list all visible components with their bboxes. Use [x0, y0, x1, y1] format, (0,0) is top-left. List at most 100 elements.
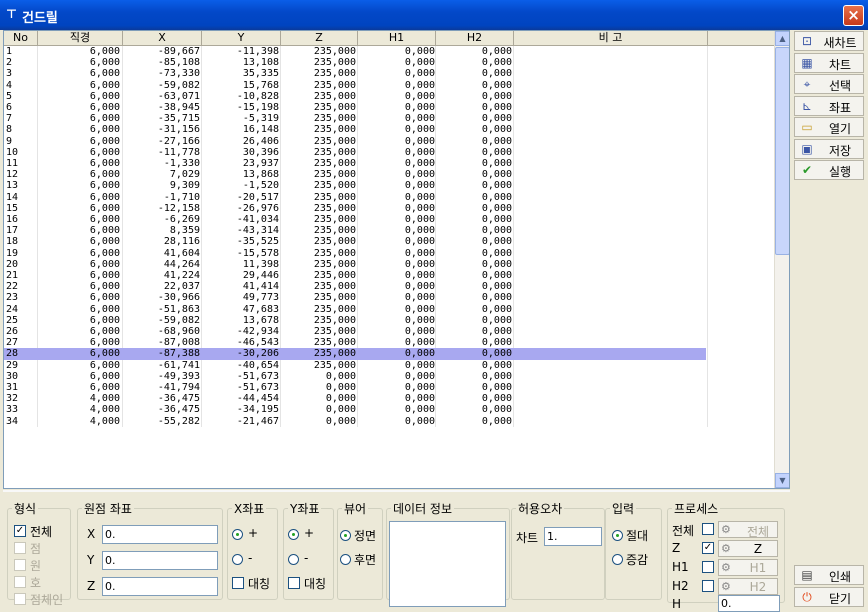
table-row[interactable]: 2 6,000 -85,108 13,108 235,000 0,000 0,000 [4, 57, 706, 68]
header-x[interactable]: X [123, 31, 202, 46]
shape-all-checkbox[interactable]: ✓ [14, 525, 26, 537]
table-row[interactable]: 10 6,000 -11,778 30,396 235,000 0,000 0,000 [4, 147, 706, 158]
table-row[interactable]: 13 6,000 9,309 -1,520 235,000 0,000 0,000 [4, 180, 706, 191]
shape-arc-checkbox[interactable] [14, 576, 26, 588]
shape-point-checkbox[interactable] [14, 542, 26, 554]
table-cell: 235,000 [313, 225, 356, 237]
table-row[interactable]: 34 4,000 -55,282 -21,467 0,000 0,000 0,000 [4, 416, 706, 427]
origin-y-input[interactable] [102, 551, 218, 570]
table-row[interactable]: 12 6,000 7,029 13,868 235,000 0,000 0,000 [4, 169, 706, 180]
table-row[interactable]: 24 6,000 -51,863 47,683 235,000 0,000 0,000 [4, 304, 706, 315]
scroll-thumb[interactable] [775, 47, 789, 255]
table-cell: 235,000 [313, 359, 356, 371]
process-row-button[interactable]: ⚙ H1 [718, 559, 778, 576]
view-back-radio[interactable] [340, 554, 351, 565]
process-h-input[interactable] [718, 595, 780, 612]
sidebar-button-new-chart[interactable]: ⊡ 새차트 [794, 31, 864, 51]
shape-chain-checkbox[interactable] [14, 593, 26, 605]
tolerance-input[interactable] [544, 527, 602, 546]
table-cell: 7,029 [169, 169, 200, 181]
sidebar-button-select[interactable]: ⌖ 선택 [794, 74, 864, 94]
process-row-checkbox[interactable]: ✓ [702, 542, 714, 554]
table-row[interactable]: 19 6,000 41,604 -15,578 235,000 0,000 0,000 [4, 248, 706, 259]
yaxis-mirror-checkbox[interactable] [288, 577, 300, 589]
table-cell: -6,269 [163, 214, 200, 225]
table-row[interactable]: 5 6,000 -63,071 -10,828 235,000 0,000 0,000 [4, 91, 706, 102]
header-h2[interactable]: H2 [436, 31, 514, 46]
header-note[interactable]: 비 고 [514, 31, 708, 46]
table-row[interactable]: 17 6,000 8,359 -43,314 235,000 0,000 0,000 [4, 225, 706, 236]
table-cell: 22 [6, 281, 19, 293]
table-row[interactable]: 4 6,000 -59,082 15,768 235,000 0,000 0,000 [4, 80, 706, 91]
data-grid[interactable]: No 직경 X Y Z H1 H2 비 고 1 6,000 -89,667 -11,398 235,0… [3, 30, 790, 489]
table-row[interactable]: 27 6,000 -87,008 -46,543 235,000 0,000 0,000 [4, 337, 706, 348]
sidebar-button-chart[interactable]: ▦ 차트 [794, 52, 864, 73]
header-y[interactable]: Y [202, 31, 281, 46]
close-button[interactable]: ⏻ 닫기 [794, 587, 864, 607]
scroll-up-arrow-icon[interactable]: ▲ [775, 31, 789, 46]
table-row[interactable]: 20 6,000 44,264 11,398 235,000 0,000 0,000 [4, 259, 706, 270]
table-row[interactable]: 28 6,000 -87,388 -30,206 235,000 0,000 0,000 [4, 348, 706, 360]
input-incremental-radio[interactable] [612, 554, 623, 565]
header-no[interactable]: No [4, 31, 38, 46]
yaxis-plus-radio[interactable] [288, 529, 299, 540]
process-row-button[interactable]: ⚙ H2 [718, 578, 778, 595]
table-row[interactable]: 6 6,000 -38,945 -15,198 235,000 0,000 0,000 [4, 102, 706, 113]
input-absolute-radio[interactable] [612, 530, 623, 541]
header-z[interactable]: Z [281, 31, 358, 46]
table-row[interactable]: 8 6,000 -31,156 16,148 235,000 0,000 0,000 [4, 124, 706, 135]
table-row[interactable]: 32 4,000 -36,475 -44,454 0,000 0,000 0,000 [4, 393, 706, 404]
origin-x-input[interactable] [102, 525, 218, 544]
table-row[interactable]: 11 6,000 -1,330 23,937 235,000 0,000 0,000 [4, 158, 706, 169]
scroll-down-arrow-icon[interactable]: ▼ [775, 473, 789, 488]
table-row[interactable]: 14 6,000 -1,710 -20,517 235,000 0,000 0,000 [4, 192, 706, 203]
view-front-radio[interactable] [340, 530, 351, 541]
process-row-button[interactable]: ⚙ 전체 [718, 521, 778, 539]
table-cell: 41,414 [242, 281, 279, 293]
process-row-checkbox[interactable] [702, 580, 714, 592]
sidebar-button-coordinate[interactable]: ⊾ 좌표 [794, 95, 864, 116]
table-row[interactable]: 9 6,000 -27,166 26,406 235,000 0,000 0,000 [4, 136, 706, 147]
table-row[interactable]: 7 6,000 -35,715 -5,319 235,000 0,000 0,000 [4, 113, 706, 124]
process-row-checkbox[interactable] [702, 523, 714, 535]
table-row[interactable]: 26 6,000 -68,960 -42,934 235,000 0,000 0,000 [4, 326, 706, 337]
table-row[interactable]: 30 6,000 -49,393 -51,673 0,000 0,000 0,000 [4, 371, 706, 382]
process-button-label: 전체 [746, 525, 770, 539]
sidebar-button-save[interactable]: ▣ 저장 [794, 138, 864, 159]
process-row-checkbox[interactable] [702, 561, 714, 573]
sidebar-button-folder[interactable]: ▭ 열기 [794, 117, 864, 137]
vertical-scrollbar[interactable]: ▲ ▼ [774, 31, 789, 488]
table-row[interactable]: 23 6,000 -30,966 49,773 235,000 0,000 0,000 [4, 292, 706, 303]
table-cell: 10 [6, 146, 19, 158]
table-row[interactable]: 25 6,000 -59,082 13,678 235,000 0,000 0,000 [4, 315, 706, 326]
table-row[interactable]: 3 6,000 -73,330 35,335 235,000 0,000 0,000 [4, 68, 706, 79]
datainfo-box[interactable] [389, 521, 506, 607]
table-row[interactable]: 29 6,000 -61,741 -40,654 235,000 0,000 0,000 [4, 360, 706, 371]
table-row[interactable]: 1 6,000 -89,667 -11,398 235,000 0,000 0,000 [4, 46, 706, 57]
header-h1[interactable]: H1 [358, 31, 436, 46]
table-row[interactable]: 31 6,000 -41,794 -51,673 0,000 0,000 0,000 [4, 382, 706, 393]
table-row[interactable]: 22 6,000 22,037 41,414 235,000 0,000 0,000 [4, 281, 706, 292]
origin-z-input[interactable] [102, 577, 218, 596]
table-cell: 0,000 [404, 370, 435, 382]
close-window-button[interactable]: × [843, 5, 864, 26]
table-row[interactable]: 33 4,000 -36,475 -34,195 0,000 0,000 0,000 [4, 404, 706, 415]
table-cell: 235,000 [313, 214, 356, 225]
table-row[interactable]: 15 6,000 -12,158 -26,976 235,000 0,000 0,000 [4, 203, 706, 214]
print-button[interactable]: ▤ 인쇄 [794, 565, 864, 585]
shape-circle-checkbox[interactable] [14, 559, 26, 571]
table-cell: 13,868 [242, 169, 279, 181]
yaxis-minus-radio[interactable] [288, 554, 299, 565]
sidebar-button-checkmark[interactable]: ✔ 실행 [794, 160, 864, 180]
table-row[interactable]: 18 6,000 28,116 -35,525 235,000 0,000 0,000 [4, 236, 706, 247]
xaxis-minus-radio[interactable] [232, 554, 243, 565]
table-cell: 0,000 [404, 314, 435, 326]
header-diameter[interactable]: 직경 [38, 31, 123, 46]
table-row[interactable]: 16 6,000 -6,269 -41,034 235,000 0,000 0,000 [4, 214, 706, 225]
origin-x-label: X [87, 527, 96, 541]
process-row-button[interactable]: ⚙ Z [718, 540, 778, 557]
xaxis-plus-radio[interactable] [232, 529, 243, 540]
table-row[interactable]: 21 6,000 41,224 29,446 235,000 0,000 0,000 [4, 270, 706, 281]
xaxis-mirror-checkbox[interactable] [232, 577, 244, 589]
gear-icon: ⚙ [721, 561, 731, 574]
